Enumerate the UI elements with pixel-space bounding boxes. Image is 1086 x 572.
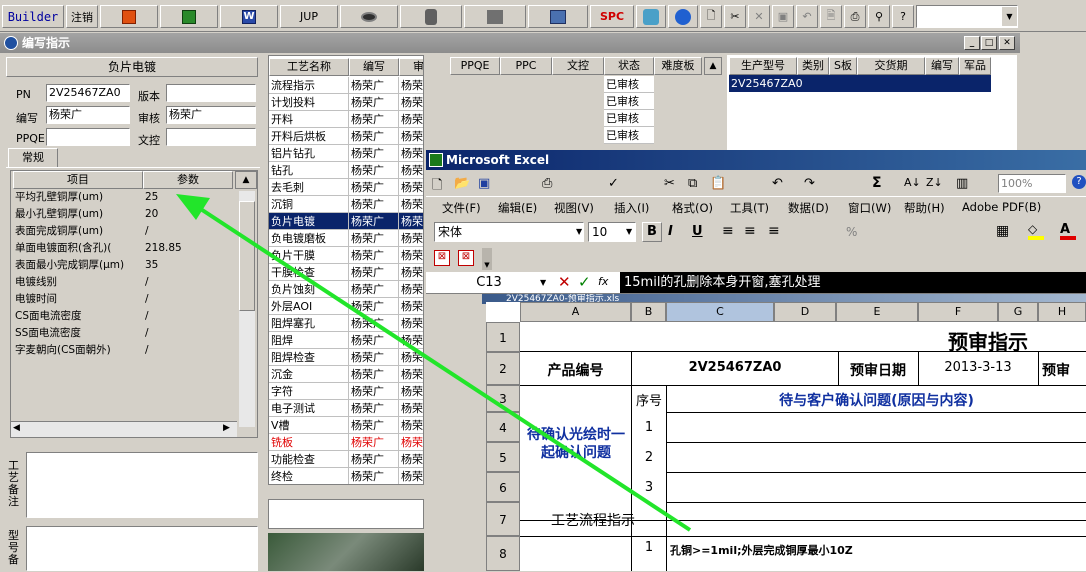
annotation-arrow <box>176 194 692 532</box>
